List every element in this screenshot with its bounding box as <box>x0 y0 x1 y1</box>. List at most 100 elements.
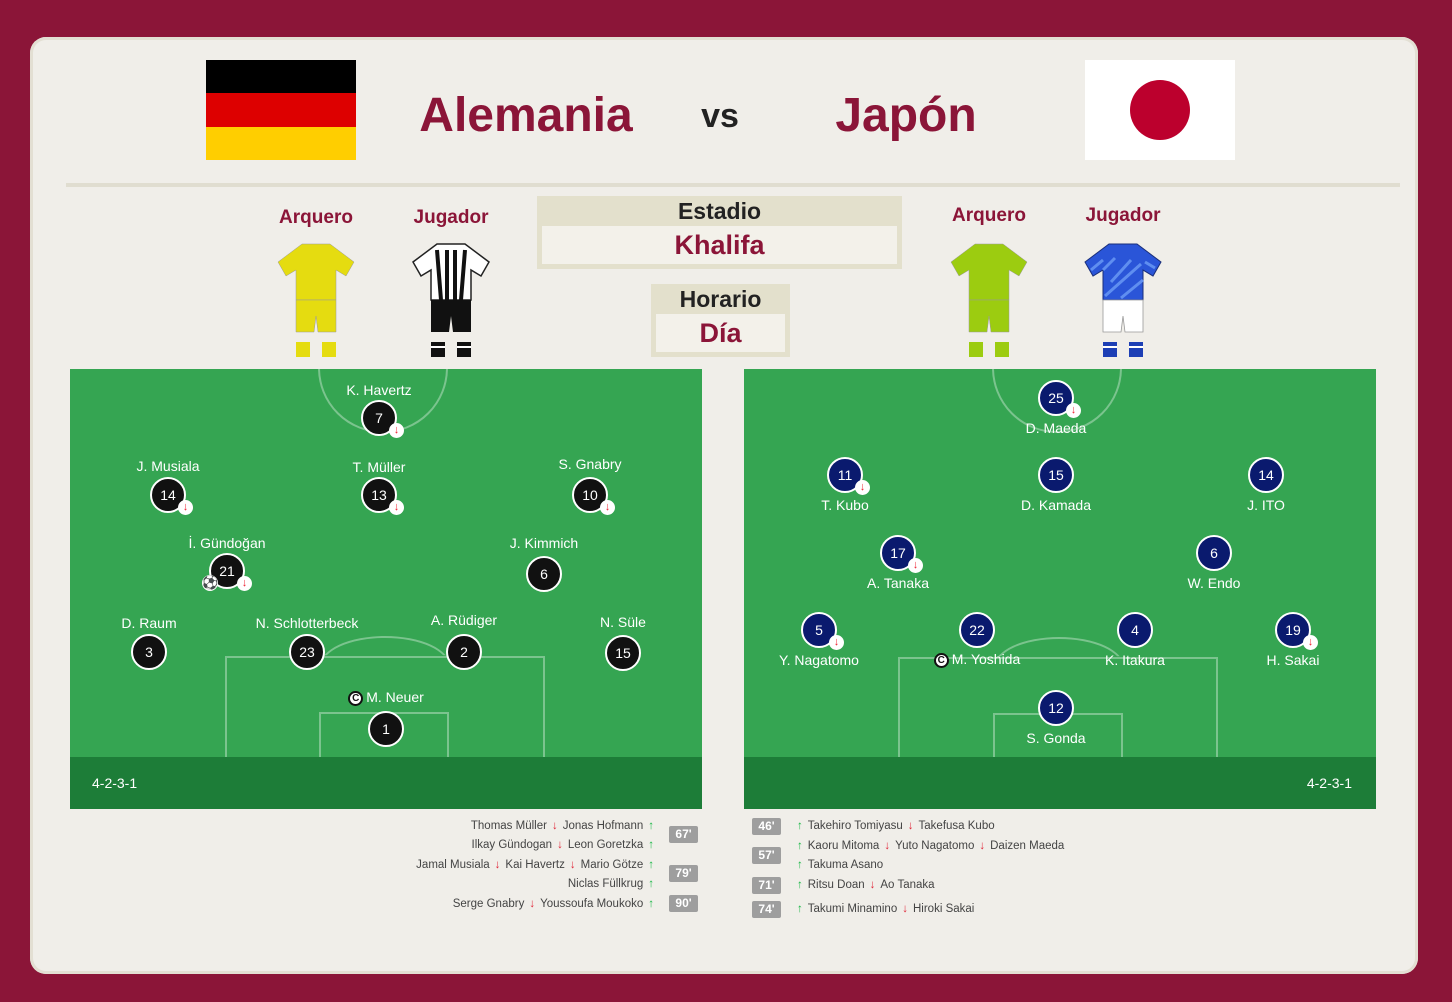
sub-in-icon: ↑ <box>648 878 654 890</box>
captain-icon: C <box>348 690 364 706</box>
home-formation: 4-2-3-1 <box>92 775 138 791</box>
player-number: 6 <box>1196 535 1232 571</box>
sub-out-icon: ↓ <box>908 558 923 573</box>
captain-icon: C <box>933 652 949 668</box>
sub-in-name: Leon Goretzka <box>567 839 644 851</box>
player-number: 1 <box>368 711 404 747</box>
player-name-text: M. Yoshida <box>951 651 1021 667</box>
away-team-name: Japón <box>835 89 977 142</box>
sub-in-name: Ritsu Doan <box>807 879 865 891</box>
sub-in-name: Takuma Asano <box>807 859 884 871</box>
sub-out-icon: ↓ <box>557 839 563 851</box>
away-sub-row: ↑ Takehiro Tomiyasu ↓ Takefusa Kubo <box>792 818 995 834</box>
home-team-name: Alemania <box>419 89 633 142</box>
sub-in-icon: ↑ <box>797 903 803 915</box>
player-name: K. Havertz <box>346 382 412 398</box>
sub-out-name: Serge Gnabry <box>452 898 525 910</box>
time-label: Horario <box>679 286 762 312</box>
home-sub-row: Serge Gnabry ↓ Youssoufa Moukoko ↑ <box>453 896 659 912</box>
home-sub-row: Niclas Füllkrug ↑ <box>568 876 659 892</box>
sub-out-name: Thomas Müller <box>470 820 547 832</box>
home-player-kit-icon <box>412 243 490 357</box>
japan-flag-icon <box>1085 60 1235 160</box>
player-name: W. Endo <box>1187 575 1241 591</box>
sub-out-name: Yuto Nagatomo <box>895 840 975 852</box>
player-name: J. Musiala <box>136 458 200 474</box>
sub-out-icon: ↓ <box>907 820 914 832</box>
sub-in-icon: ↑ <box>648 898 654 910</box>
player-name-text: M. Neuer <box>366 689 424 705</box>
sub-in-name: Kaoru Mitoma <box>807 840 880 852</box>
sub-out-name: Hiroki Sakai <box>912 903 975 915</box>
player-name: J. Kimmich <box>509 535 579 551</box>
player-name: J. ITO <box>1247 497 1285 513</box>
away-player-kit-label: Jugador <box>1085 205 1161 226</box>
germany-flag-icon <box>206 60 356 160</box>
player-name: C M. Neuer <box>286 689 486 706</box>
player-name: S. Gnabry <box>558 456 622 472</box>
stadium-value: Khalifa <box>542 226 897 264</box>
sub-out-icon: ↓ <box>979 840 986 852</box>
sub-out-icon: ↓ <box>869 879 876 891</box>
player-number: 6 <box>526 556 562 592</box>
away-gk-kit-icon <box>950 243 1028 357</box>
sub-in-name: Niclas Füllkrug <box>567 878 644 890</box>
player-name: D. Maeda <box>1025 420 1087 436</box>
home-gk-kit-label: Arquero <box>279 207 353 228</box>
player-name: T. Müller <box>352 459 406 475</box>
player-number: 4 <box>1117 612 1153 648</box>
player-name: İ. Gündoğan <box>188 535 266 551</box>
time-value: Día <box>656 314 785 352</box>
sub-in-name: Mario Götze <box>580 859 644 871</box>
home-pitch: 4-2-3-1 K. Havertz 7 ↓ J. Musiala 14 ↓ T… <box>70 369 702 809</box>
player-name: T. Kubo <box>821 497 869 513</box>
stadium-label: Estadio <box>677 198 762 224</box>
player-name: N. Süle <box>600 614 646 630</box>
sub-out-icon: ↓ <box>389 500 404 515</box>
away-sub-row: ↑ Ritsu Doan ↓ Ao Tanaka <box>792 877 935 893</box>
goal-ball-icon: ⚽ <box>202 575 219 591</box>
sub-out-icon: ↓ <box>494 859 501 871</box>
sub-in-icon: ↑ <box>797 820 803 832</box>
sub-minute-badge: 57' <box>752 847 781 864</box>
sub-out-icon: ↓ <box>855 480 870 495</box>
sub-out-icon: ↓ <box>902 903 908 915</box>
player-name: D. Kamada <box>1020 497 1092 513</box>
sub-in-icon: ↑ <box>648 839 654 851</box>
vs-label: vs <box>701 97 739 135</box>
time-box: Horario Día <box>651 284 790 357</box>
away-formation: 4-2-3-1 <box>1306 775 1352 791</box>
player-name: H. Sakai <box>1266 652 1320 668</box>
sub-in-icon: ↑ <box>648 820 654 832</box>
home-sub-row: Jamal Musiala ↓ Kai Havertz ↓ Mario Götze ↑ <box>416 857 659 873</box>
away-sub-row: ↑ Kaoru Mitoma ↓ Yuto Nagatomo ↓ Daizen Maeda <box>792 838 1064 854</box>
sub-out-icon: ↓ <box>389 423 404 438</box>
sub-in-icon: ↑ <box>648 859 654 871</box>
player-name: A. Tanaka <box>866 575 929 591</box>
sub-minute-badge: 71' <box>752 877 781 894</box>
away-gk-kit-label: Arquero <box>952 205 1026 226</box>
sub-out-name: Jamal Musiala <box>416 859 490 871</box>
sub-minute-badge: 74' <box>752 901 781 918</box>
player-number: 15 <box>605 635 641 671</box>
sub-out-name: Ilkay Gündogan <box>471 839 553 851</box>
sub-out-icon: ↓ <box>529 898 536 910</box>
sub-out-icon: ↓ <box>1066 403 1081 418</box>
sub-out-icon: ↓ <box>600 500 615 515</box>
sub-out-icon: ↓ <box>178 500 193 515</box>
player-number: 3 <box>131 634 167 670</box>
sub-in-icon: ↑ <box>797 840 803 852</box>
sub-in-name: Jonas Hofmann <box>562 820 644 832</box>
player-number: 15 <box>1038 457 1074 493</box>
sub-minute-badge: 79' <box>669 865 698 882</box>
sub-out-icon: ↓ <box>829 635 844 650</box>
sub-out-icon: ↓ <box>237 576 252 591</box>
player-number: 22 <box>959 612 995 648</box>
player-number: 23 <box>289 634 325 670</box>
player-name: S. Gonda <box>1026 730 1086 746</box>
sub-in-icon: ↑ <box>797 879 803 891</box>
stadium-box: Estadio Khalifa <box>537 196 902 269</box>
sub-in-icon: ↑ <box>797 859 803 871</box>
home-sub-row: Thomas Müller ↓ Jonas Hofmann ↑ <box>471 818 659 834</box>
player-number: 14 <box>1248 457 1284 493</box>
